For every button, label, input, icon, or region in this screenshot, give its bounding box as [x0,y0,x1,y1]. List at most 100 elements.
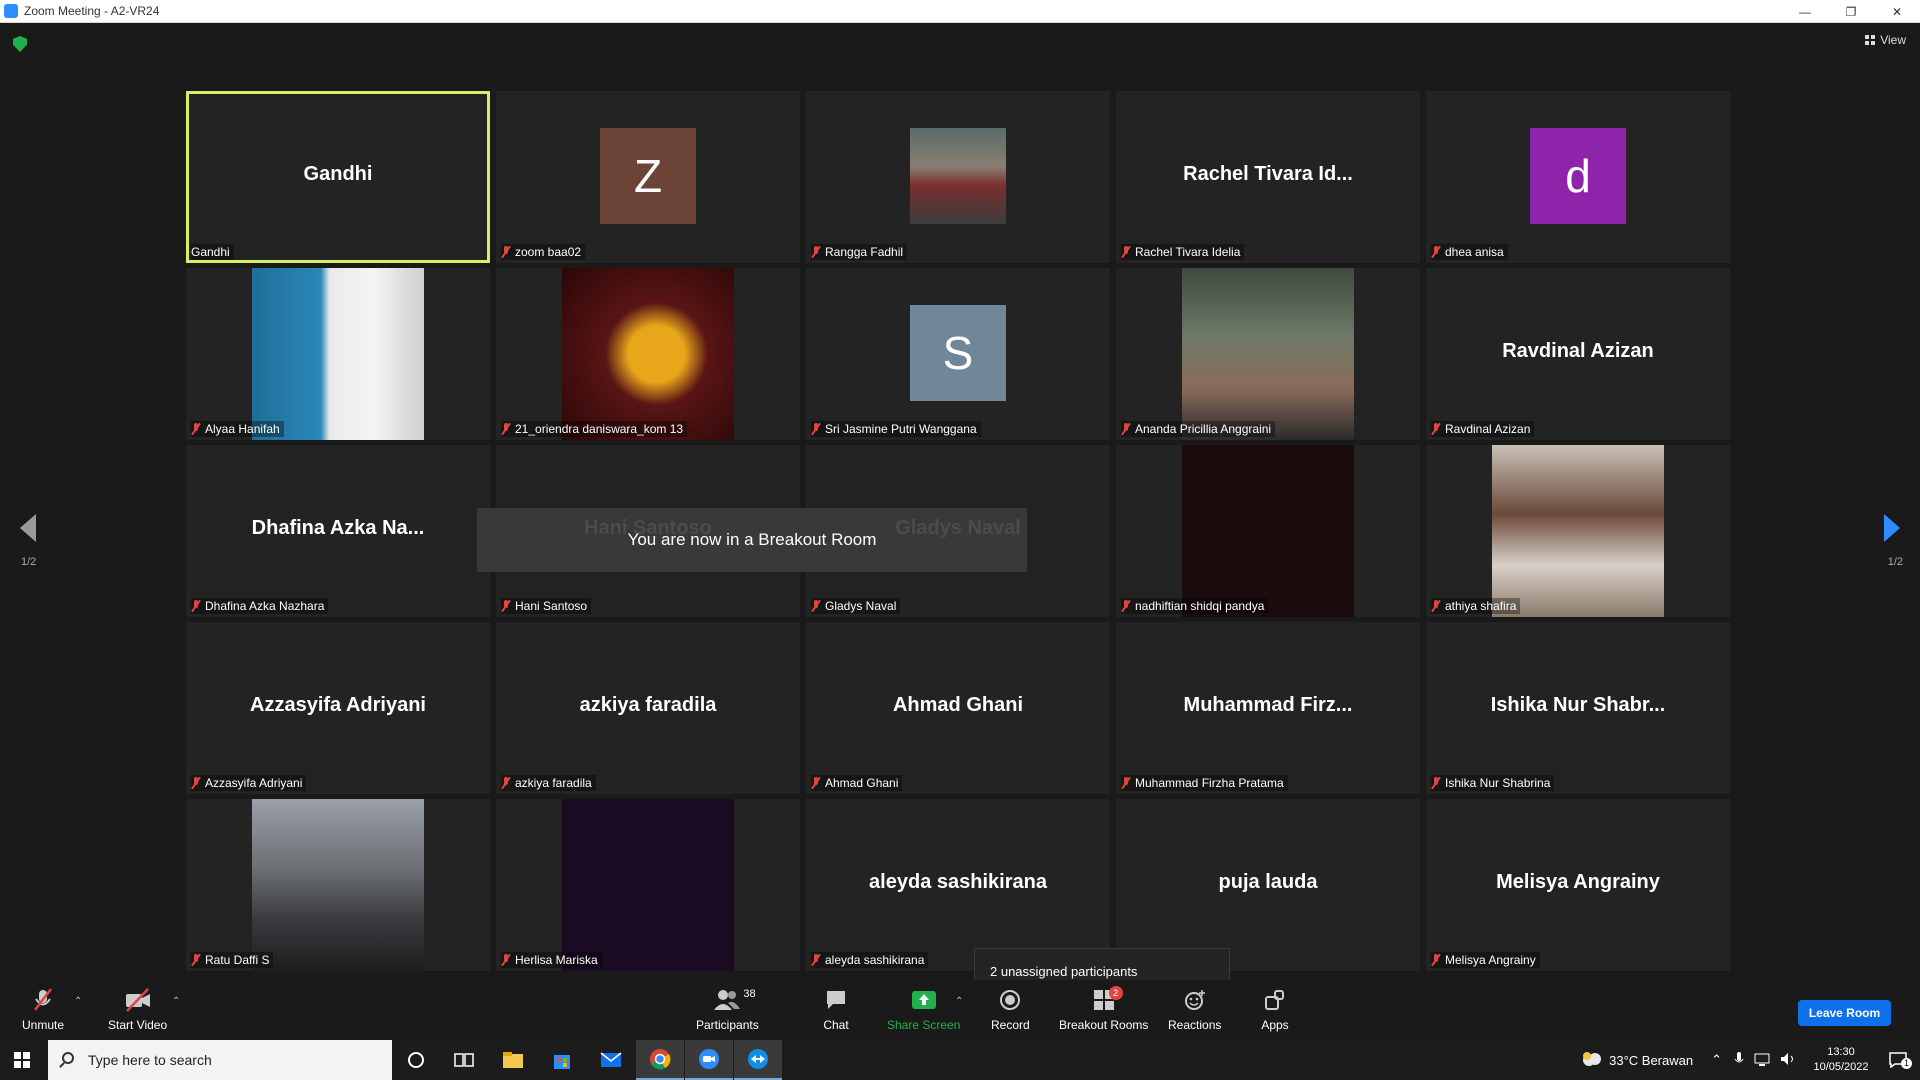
record-button[interactable]: Record [991,988,1030,1032]
start-video-label: Start Video [108,1018,168,1032]
view-button[interactable]: View [1865,33,1906,47]
participant-video-image [562,268,734,440]
participant-name-label: Ananda Pricillia Anggraini [1121,421,1276,437]
security-shield-icon[interactable] [13,36,27,52]
video-tile[interactable]: Ishika Nur Shabr... Ishika Nur Shabrina [1426,622,1730,794]
previous-page-arrow-icon[interactable] [20,514,36,542]
clock-time: 13:30 [1827,1046,1855,1058]
chat-label: Chat [823,1018,849,1032]
mail-icon[interactable] [587,1040,635,1080]
breakout-rooms-button[interactable]: 2 Breakout Rooms [1059,986,1148,1032]
windows-start-icon[interactable] [14,1052,30,1068]
apps-button[interactable]: Apps [1260,988,1290,1032]
share-options-caret-icon[interactable]: ⌃ [955,996,963,1007]
chat-icon [821,988,851,1012]
video-tile[interactable]: Muhammad Firz... Muhammad Firzha Pratama [1116,622,1420,794]
video-tile[interactable]: azkiya faradila azkiya faradila [496,622,800,794]
participant-name: Sri Jasmine Putri Wanggana [825,422,977,436]
zoom-taskbar-icon[interactable] [685,1040,733,1080]
video-tile[interactable]: d dhea anisa [1426,91,1730,263]
video-options-caret-icon[interactable]: ⌃ [172,996,180,1007]
restore-button[interactable]: ❐ [1828,0,1874,23]
participant-video-image [1492,445,1664,617]
video-tile[interactable]: Alyaa Hanifah [186,268,490,440]
audio-options-caret-icon[interactable]: ⌃ [74,996,82,1007]
participant-name: Rangga Fadhil [825,245,904,259]
participant-name: Ahmad Ghani [825,776,899,790]
participant-name: Ishika Nur Shabrina [1445,776,1551,790]
video-tile[interactable]: S Sri Jasmine Putri Wanggana [806,268,1110,440]
video-tile[interactable]: athiya shafira [1426,445,1730,617]
task-view-icon[interactable] [440,1040,488,1080]
title-bar: Zoom Meeting - A2-VR24 — ❐ ✕ [0,0,1920,23]
tray-chevron-icon[interactable]: ⌃ [1711,1052,1722,1068]
participant-name-label: Rangga Fadhil [811,244,908,260]
video-tile[interactable]: Ahmad Ghani Ahmad Ghani [806,622,1110,794]
video-tile[interactable]: Zzoom baa02 [496,91,800,263]
microsoft-store-icon[interactable] [538,1040,586,1080]
view-label: View [1880,33,1906,47]
file-explorer-icon[interactable] [489,1040,537,1080]
tray-mic-icon[interactable] [1734,1051,1744,1070]
participant-name-label: azkiya faradila [501,775,596,791]
participants-button[interactable]: 38 Participants [696,988,759,1032]
taskbar-clock[interactable]: 13:30 10/05/2022 [1806,1045,1876,1075]
notification-center-icon[interactable]: 1 [1876,1052,1920,1069]
participants-count: 38 [743,988,756,1000]
network-icon[interactable] [1754,1052,1770,1069]
video-tile[interactable]: Rangga Fadhil [806,91,1110,263]
start-video-button[interactable]: Start Video [108,988,167,1032]
minimize-button[interactable]: — [1782,0,1828,23]
record-icon [995,988,1025,1012]
muted-microphone-icon [191,600,201,612]
participant-display-name: Ahmad Ghani [892,694,1023,716]
unmute-button[interactable]: Unmute [22,988,64,1032]
participant-video-image [252,268,424,440]
next-page-arrow-icon[interactable] [1884,514,1900,542]
video-tile[interactable]: Rachel Tivara Id... Rachel Tivara Idelia [1116,91,1420,263]
muted-microphone-icon [1121,777,1131,789]
leave-room-button[interactable]: Leave Room [1798,1000,1891,1026]
video-tile[interactable]: Melisya Angrainy Melisya Angrainy [1426,799,1730,971]
video-tile[interactable]: 21_oriendra daniswara_kom 13 [496,268,800,440]
video-tile[interactable]: nadhiftian shidqi pandya [1116,445,1420,617]
video-tile[interactable]: Ratu Daffi S [186,799,490,971]
breakout-room-toast: You are now in a Breakout Room [477,508,1027,572]
participant-name-label: aleyda sashikirana [811,952,929,968]
chat-button[interactable]: Chat [821,988,851,1032]
video-tile[interactable]: Azzasyifa Adriyani Azzasyifa Adriyani [186,622,490,794]
participant-name: Muhammad Firzha Pratama [1135,776,1284,790]
video-tile[interactable]: aleyda sashikirana aleyda sashikirana [806,799,1110,971]
weather-text[interactable]: 33°C Berawan [1609,1053,1693,1068]
video-tile[interactable]: Ravdinal Azizan Ravdinal Azizan [1426,268,1730,440]
video-tile[interactable]: Ananda Pricillia Anggraini [1116,268,1420,440]
search-icon [62,1052,74,1064]
video-tile[interactable]: Dhafina Azka Na... Dhafina Azka Nazhara [186,445,490,617]
participant-display-name: Gandhi [303,163,373,185]
video-tile[interactable]: puja laudapuja lauda [1116,799,1420,971]
apps-icon [1260,988,1290,1012]
volume-icon[interactable] [1780,1052,1798,1069]
reactions-button[interactable]: Reactions [1168,988,1221,1032]
cortana-icon[interactable] [392,1040,440,1080]
avatar: d [1530,128,1626,224]
participant-name-label: Muhammad Firzha Pratama [1121,775,1288,791]
video-tile[interactable]: Herlisa Mariska [496,799,800,971]
video-tile[interactable]: Gandhi Gandhi [186,91,490,263]
participant-name: azkiya faradila [515,776,592,790]
muted-microphone-icon [811,423,821,435]
muted-microphone-icon [501,954,511,966]
muted-microphone-icon [1431,777,1441,789]
participant-name-label: Herlisa Mariska [501,952,602,968]
taskbar-search-input[interactable]: Type here to search [48,1040,392,1080]
teamviewer-icon[interactable] [734,1040,782,1080]
participant-display-name: Rachel Tivara Id... [1183,163,1353,185]
close-button[interactable]: ✕ [1874,0,1920,23]
participant-video-image [1182,268,1354,440]
unmute-label: Unmute [22,1018,65,1032]
share-screen-button[interactable]: Share Screen [887,988,960,1032]
participant-name: 21_oriendra daniswara_kom 13 [515,422,684,436]
participant-name: Ananda Pricillia Anggraini [1135,422,1272,436]
chrome-icon[interactable] [636,1040,684,1080]
participant-display-name: azkiya faradila [579,694,717,716]
